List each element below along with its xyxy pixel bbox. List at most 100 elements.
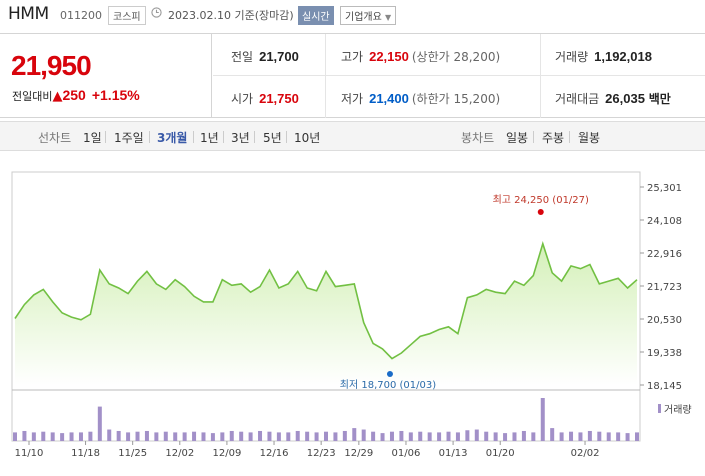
- volume-value: 1,192,018: [594, 49, 652, 64]
- volume-bar: [182, 432, 187, 441]
- candle-chart-label: 봉차트: [461, 131, 495, 145]
- min-annotation: 최저 18,700 (01/03): [340, 379, 436, 391]
- upper-limit: (상한가 28,200): [411, 50, 501, 64]
- volume-bar: [371, 431, 376, 441]
- prev-close-label: 전일: [231, 50, 254, 64]
- x-tick-label: 11/25: [118, 448, 147, 459]
- stock-name: HMM: [8, 4, 49, 24]
- tab-10year[interactable]: 10년: [294, 129, 320, 146]
- tab-1day[interactable]: 1일: [83, 129, 102, 146]
- x-tick-label: 02/02: [571, 448, 600, 459]
- volume-bar: [578, 432, 583, 441]
- tab-daily[interactable]: 일봉: [506, 129, 528, 146]
- volume-bar: [258, 430, 263, 441]
- volume-bar: [144, 430, 149, 441]
- x-tick-label: 11/10: [15, 448, 44, 459]
- x-tick-label: 01/13: [439, 448, 468, 459]
- x-tick-label: 12/23: [307, 448, 336, 459]
- volume-bar: [276, 432, 281, 441]
- company-info-label: 기업개요: [345, 12, 382, 23]
- volume-bar: [60, 433, 65, 441]
- volume-bar: [248, 432, 253, 441]
- volume-bar: [295, 430, 300, 441]
- volume-bar: [521, 430, 526, 441]
- min-dot: [386, 371, 393, 377]
- volume-bar: [635, 432, 639, 441]
- volume-bar: [418, 431, 423, 441]
- x-tick-label: 12/02: [165, 448, 194, 459]
- volume-cell: 거래량 1,192,018: [555, 48, 652, 65]
- tab-3year[interactable]: 3년: [231, 129, 250, 146]
- tab-weekly[interactable]: 주봉: [542, 129, 564, 146]
- x-tick-label: 12/29: [344, 448, 373, 459]
- volume-bar: [41, 431, 46, 441]
- market-badge: 코스피: [108, 6, 146, 25]
- volume-bar: [333, 432, 338, 441]
- volume-bar: [229, 430, 234, 441]
- x-tick-label: 11/18: [71, 448, 100, 459]
- company-info-dropdown[interactable]: 기업개요 ▼: [340, 6, 397, 25]
- change-value: 250: [62, 87, 86, 103]
- y-tick-label: 19,338: [647, 348, 682, 359]
- tab-3month[interactable]: 3개월: [157, 129, 187, 146]
- volume-bar: [201, 432, 206, 441]
- tab-1week[interactable]: 1주일: [114, 129, 144, 146]
- volume-bar: [173, 432, 178, 441]
- volume-bar: [324, 431, 328, 441]
- stock-header: HMM 011200 코스피 2023.02.10 기준(장마감) 실시간 기업…: [0, 0, 705, 28]
- open-value: 21,750: [259, 91, 299, 106]
- price-change: 전일대비▲250 +1.15%: [12, 87, 140, 104]
- volume-bar: [135, 431, 140, 441]
- volume-bar: [446, 431, 451, 441]
- stock-code: 011200: [60, 9, 102, 22]
- high-cell: 고가 22,150 (상한가 28,200): [341, 48, 500, 65]
- volume-bar: [286, 432, 291, 441]
- volume-bar: [69, 432, 74, 441]
- volume-legend-label: 거래량: [664, 404, 692, 416]
- quote-row-2: 시가 21,750 저가 21,400 (하한가 15,200) 거래대금 26,035…: [213, 76, 705, 118]
- volume-legend-swatch: [658, 404, 661, 413]
- clock-icon: [151, 7, 162, 20]
- y-tick-label: 18,145: [647, 381, 682, 392]
- prev-close-cell: 전일 21,700: [231, 48, 299, 65]
- volume-bar: [540, 398, 545, 441]
- current-price: 21,950: [11, 50, 92, 81]
- volume-bar: [559, 432, 564, 441]
- low-value: 21,400: [369, 91, 409, 106]
- tab-1year[interactable]: 1년: [200, 129, 219, 146]
- open-label: 시가: [231, 92, 254, 106]
- tab-5year[interactable]: 5년: [263, 129, 282, 146]
- volume-bar: [192, 431, 197, 441]
- volume-bar: [220, 432, 225, 441]
- volume-bar: [314, 432, 319, 441]
- high-value: 22,150: [369, 49, 409, 64]
- volume-bar: [474, 429, 479, 441]
- volume-label: 거래량: [555, 50, 589, 64]
- volume-bar: [512, 432, 517, 441]
- y-tick-label: 22,916: [647, 249, 682, 260]
- amount-label: 거래대금: [555, 92, 600, 106]
- volume-bar: [50, 432, 55, 441]
- y-tick-label: 21,723: [647, 282, 682, 293]
- tab-monthly[interactable]: 월봉: [578, 129, 600, 146]
- volume-bar: [465, 430, 470, 441]
- reference-date: 2023.02.10 기준(장마감): [168, 9, 294, 22]
- volume-bar: [380, 433, 385, 441]
- price-area: [15, 243, 637, 385]
- volume-bar: [107, 429, 112, 441]
- low-label: 저가: [341, 92, 364, 106]
- volume-bar: [569, 431, 574, 441]
- amount-unit: 백만: [648, 92, 671, 106]
- up-triangle-icon: ▲: [52, 89, 63, 104]
- volume-bar: [531, 432, 536, 441]
- amount-cell: 거래대금 26,035 백만: [555, 90, 671, 107]
- quote-row-1: 전일 21,700 고가 22,150 (상한가 28,200) 거래량 1,192,0…: [213, 34, 705, 76]
- price-chart-svg: 25,301 24,108 22,916 21,723 20,530 19,338 18,1…: [11, 171, 692, 459]
- volume-bar: [163, 431, 168, 441]
- volume-bar: [361, 429, 366, 441]
- volume-bar: [408, 432, 413, 441]
- max-dot: [537, 209, 544, 215]
- realtime-button[interactable]: 실시간: [298, 6, 334, 25]
- volume-bar: [267, 431, 272, 441]
- volume-bar: [22, 430, 27, 441]
